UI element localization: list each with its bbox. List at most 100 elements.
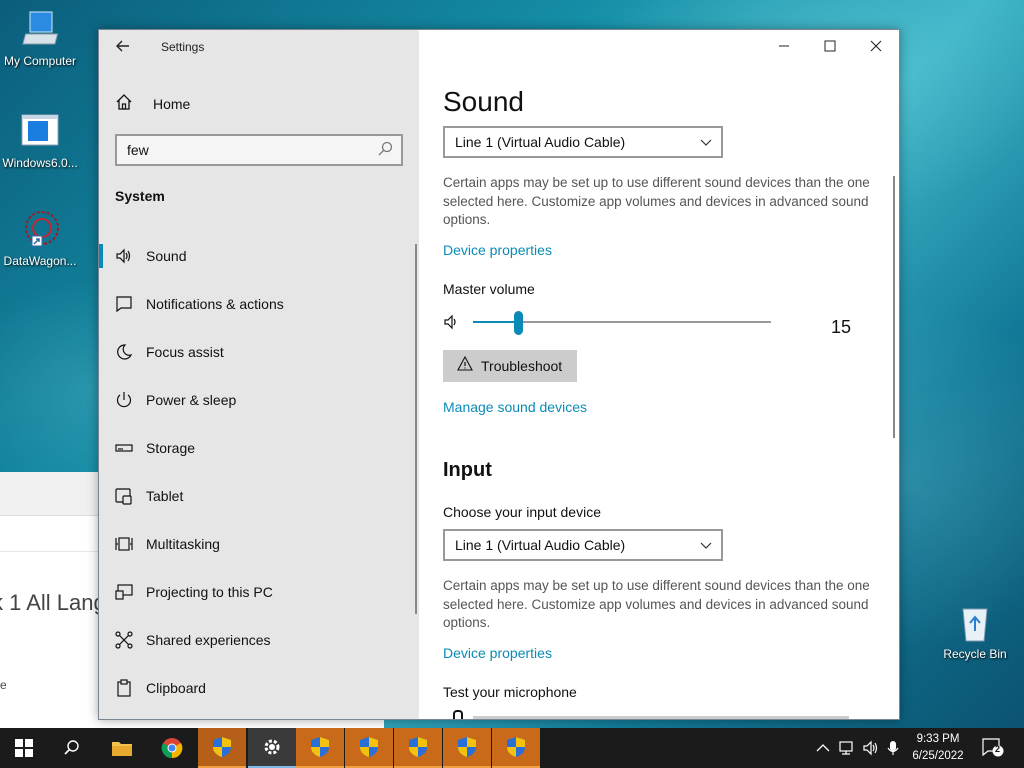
sidebar-item-notifications[interactable]: Notifications & actions [99, 280, 419, 328]
desktop-icon-label: DataWagon... [3, 254, 77, 268]
sidebar-item-label: Multitasking [146, 536, 220, 552]
sidebar-item-tablet[interactable]: Tablet [99, 472, 419, 520]
close-icon[interactable] [853, 36, 899, 58]
input-device-select[interactable]: Line 1 (Virtual Audio Cable) [443, 529, 723, 561]
start-button[interactable] [0, 728, 48, 768]
microphone-level-bar [473, 716, 849, 719]
taskbar-app-shield-5[interactable] [443, 728, 491, 768]
settings-window[interactable]: Settings Home few System Sound Notificat… [98, 29, 900, 720]
taskbar-app-shield-3[interactable] [345, 728, 393, 768]
chrome-icon [161, 738, 183, 759]
clipboard-icon [115, 679, 133, 697]
back-arrow-icon[interactable] [113, 38, 133, 58]
manage-sound-devices-link[interactable]: Manage sound devices [443, 399, 587, 415]
notification-count: 2 [995, 744, 1001, 754]
search-icon[interactable] [377, 140, 395, 158]
folder-icon [112, 742, 132, 756]
nav-list: Sound Notifications & actions Focus assi… [99, 232, 419, 712]
page-title: Sound [443, 86, 524, 117]
volume-value: 15 [831, 317, 852, 337]
troubleshoot-label: Troubleshoot [481, 358, 563, 374]
input-choose-label: Choose your input device [443, 504, 601, 520]
notification-center-button[interactable]: 2 [982, 738, 1004, 758]
desktop-icon-my-computer[interactable]: My Computer [0, 10, 80, 68]
home-label: Home [153, 96, 191, 112]
warning-icon [457, 355, 473, 377]
background-window-text: e [0, 678, 7, 692]
taskbar-app-shield-6[interactable] [492, 728, 540, 768]
sidebar-item-storage[interactable]: Storage [99, 424, 419, 472]
sidebar-item-label: Notifications & actions [146, 296, 284, 312]
background-window-heading: k 1 All Lang [0, 590, 106, 615]
sidebar-item-clipboard[interactable]: Clipboard [99, 664, 419, 712]
input-device-properties-link[interactable]: Device properties [443, 645, 552, 661]
shortcut-icon [20, 210, 60, 250]
sidebar-item-projecting[interactable]: Projecting to this PC [99, 568, 419, 616]
sidebar-scrollbar[interactable] [415, 244, 417, 614]
chrome-button[interactable] [148, 728, 196, 768]
main-pane: Sound Line 1 (Virtual Audio Cable) Certa… [419, 30, 899, 719]
volume-slider-thumb[interactable] [513, 311, 523, 335]
power-icon [115, 391, 133, 409]
desktop-icon-datawagon[interactable]: DataWagon... [0, 210, 80, 268]
taskbar-clock[interactable]: 9:33 PM 6/25/2022 [900, 731, 976, 765]
shared-icon [115, 631, 133, 649]
volume-tray-icon[interactable] [862, 739, 880, 757]
multitasking-icon [115, 535, 133, 553]
shield-icon [507, 737, 525, 757]
recycle-bin-icon [955, 603, 995, 643]
troubleshoot-button[interactable]: Troubleshoot [443, 350, 577, 382]
main-scrollbar[interactable] [893, 176, 895, 438]
search-input[interactable]: few [115, 134, 403, 166]
desktop-icon-windows[interactable]: Windows6.0... [0, 112, 80, 170]
sidebar-item-multitasking[interactable]: Multitasking [99, 520, 419, 568]
windows-logo-icon [15, 739, 33, 757]
search-button[interactable] [48, 728, 96, 768]
minimize-icon[interactable] [761, 36, 807, 58]
settings-taskbar-button[interactable] [248, 728, 296, 768]
sidebar-item-label: Power & sleep [146, 392, 237, 408]
shield-icon [213, 737, 231, 757]
window-icon [20, 112, 60, 152]
taskbar: 9:33 PM 6/25/2022 2 [0, 728, 1024, 768]
message-icon [115, 295, 133, 313]
computer-icon [20, 10, 60, 50]
output-description: Certain apps may be set up to use differ… [443, 175, 870, 227]
network-icon[interactable] [838, 739, 856, 757]
taskbar-app-shield-2[interactable] [296, 728, 344, 768]
clock-date: 6/25/2022 [912, 750, 964, 762]
sidebar-item-label: Projecting to this PC [146, 584, 273, 600]
home-nav[interactable]: Home [115, 92, 190, 116]
sidebar-item-shared-experiences[interactable]: Shared experiences [99, 616, 419, 664]
master-volume-label: Master volume [443, 281, 535, 297]
output-device-properties-link[interactable]: Device properties [443, 242, 552, 258]
microphone-icon [453, 710, 463, 719]
file-explorer-button[interactable] [98, 728, 146, 768]
chevron-down-icon [699, 135, 713, 149]
tablet-icon [115, 487, 133, 505]
desktop-icon-recycle-bin[interactable]: Recycle Bin [935, 603, 1015, 661]
search-icon [64, 740, 79, 755]
input-heading: Input [443, 459, 492, 481]
volume-icon[interactable] [443, 313, 461, 331]
taskbar-app-shield-4[interactable] [394, 728, 442, 768]
notification-icon [982, 738, 1004, 757]
clock-time: 9:33 PM [916, 733, 960, 745]
sidebar-item-label: Sound [146, 248, 187, 264]
sidebar-item-label: Tablet [146, 488, 184, 504]
taskbar-app-shield-1[interactable] [198, 728, 246, 768]
test-microphone-label: Test your microphone [443, 684, 577, 700]
sidebar-item-power-sleep[interactable]: Power & sleep [99, 376, 419, 424]
sidebar-item-sound[interactable]: Sound [99, 232, 419, 280]
sidebar: Settings Home few System Sound Notificat… [99, 30, 419, 719]
home-icon [115, 93, 133, 116]
sidebar-item-focus-assist[interactable]: Focus assist [99, 328, 419, 376]
search-value: few [127, 142, 149, 158]
output-device-select[interactable]: Line 1 (Virtual Audio Cable) [443, 126, 723, 158]
maximize-icon[interactable] [807, 36, 853, 58]
shield-icon [311, 737, 329, 757]
shield-icon [360, 737, 378, 757]
desktop-icon-label: Recycle Bin [943, 647, 1007, 661]
chevron-down-icon [699, 538, 713, 552]
chevron-up-icon[interactable] [814, 739, 832, 757]
